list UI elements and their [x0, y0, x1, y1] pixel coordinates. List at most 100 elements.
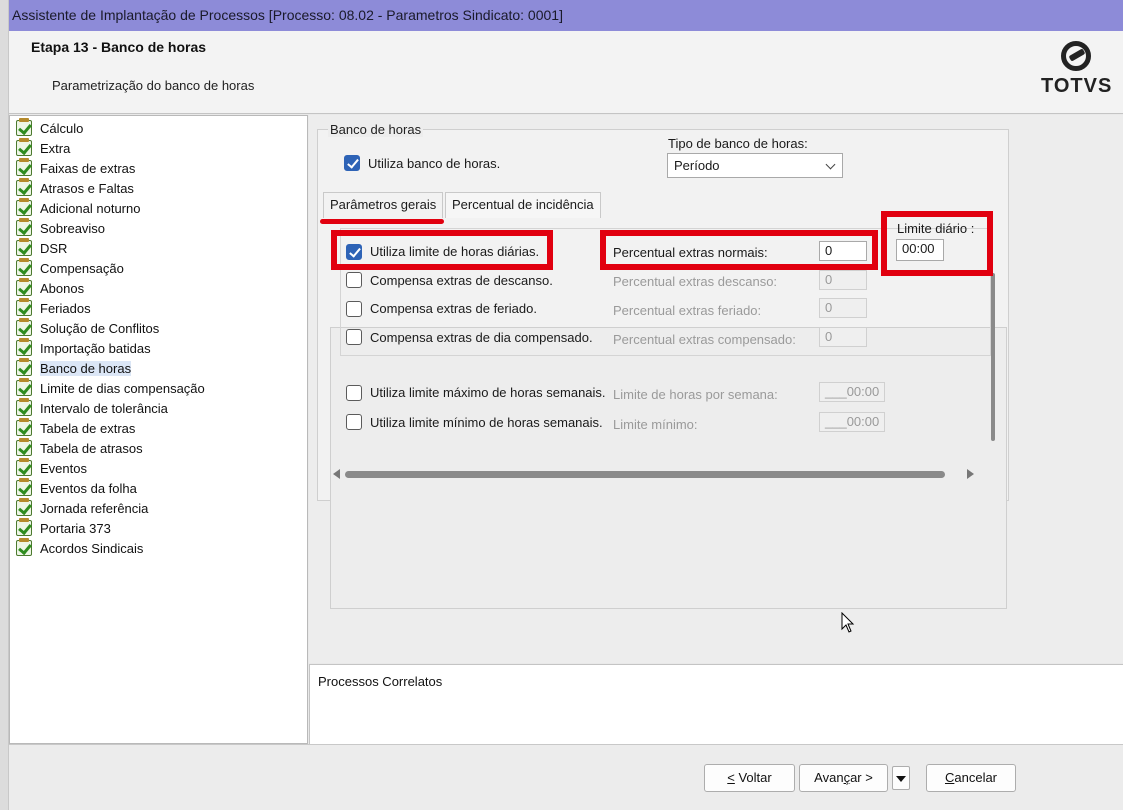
- checklist-icon: [16, 418, 32, 436]
- tree-item-tabela-extras[interactable]: Tabela de extras: [16, 418, 135, 438]
- weekly-max-label: Utiliza limite máximo de horas semanais.: [370, 385, 606, 400]
- tree-item-faixas-extras[interactable]: Faixas de extras: [16, 158, 135, 178]
- weekly-min-label: Utiliza limite mínimo de horas semanais.: [370, 415, 603, 430]
- tree-item-tabela-atrasos[interactable]: Tabela de atrasos: [16, 438, 143, 458]
- checklist-icon: [16, 318, 32, 336]
- use-bank-checkbox[interactable]: [344, 155, 360, 171]
- tab-parametros-gerais[interactable]: Parâmetros gerais: [323, 192, 444, 218]
- tab-highlight-underline: [320, 219, 444, 224]
- checklist-icon: [16, 358, 32, 376]
- tree-item-dsr[interactable]: DSR: [16, 238, 67, 258]
- back-button[interactable]: < Voltar: [704, 764, 795, 792]
- tree-item-importacao-batidas[interactable]: Importação batidas: [16, 338, 151, 358]
- totvs-logo: TOTVS: [1041, 41, 1111, 98]
- step-content: Banco de horas Utiliza banco de horas. T…: [309, 115, 1123, 663]
- pct-comp-label: Percentual extras compensado:: [613, 332, 796, 347]
- group-label: Banco de horas: [328, 122, 424, 137]
- comp-day-label: Compensa extras de dia compensado.: [370, 330, 593, 345]
- wizard-footer: < Voltar Avançar > Cancelar: [9, 744, 1123, 810]
- tree-item-solucao-conflitos[interactable]: Solução de Conflitos: [16, 318, 159, 338]
- horizontal-scrollbar[interactable]: [345, 471, 945, 478]
- pct-comp-input[interactable]: 0: [819, 327, 867, 347]
- tree-item-compensacao[interactable]: Compensação: [16, 258, 124, 278]
- tree-item-feriados[interactable]: Feriados: [16, 298, 91, 318]
- totvs-logo-text: TOTVS: [1041, 75, 1113, 97]
- checklist-icon: [16, 218, 32, 236]
- comp-rest-label: Compensa extras de descanso.: [370, 273, 553, 288]
- checklist-icon: [16, 478, 32, 496]
- tree-item-sobreaviso[interactable]: Sobreaviso: [16, 218, 105, 238]
- checklist-icon: [16, 118, 32, 136]
- checklist-icon: [16, 198, 32, 216]
- background-window-strip: [0, 0, 9, 810]
- tree-item-jornada-referencia[interactable]: Jornada referência: [16, 498, 148, 518]
- tree-item-extra[interactable]: Extra: [16, 138, 70, 158]
- checklist-icon: [16, 298, 32, 316]
- tab-percentual-incidencia[interactable]: Percentual de incidência: [445, 192, 601, 218]
- totvs-logo-icon: [1061, 41, 1091, 71]
- pct-normal-highlight: [600, 230, 878, 270]
- checklist-icon: [16, 518, 32, 536]
- weekly-max-input[interactable]: ___00:00: [819, 382, 885, 402]
- tree-item-banco-horas[interactable]: Banco de horas: [16, 358, 132, 378]
- weekly-max-checkbox[interactable]: [346, 385, 362, 401]
- checklist-icon: [16, 238, 32, 256]
- pct-rest-input[interactable]: 0: [819, 270, 867, 290]
- tree-item-abonos[interactable]: Abonos: [16, 278, 84, 298]
- checklist-icon: [16, 398, 32, 416]
- scroll-left-arrow-icon[interactable]: [333, 469, 340, 479]
- step-subtitle: Parametrização do banco de horas: [52, 78, 255, 93]
- comp-holiday-label: Compensa extras de feriado.: [370, 301, 537, 316]
- window-title-bar: Assistente de Implantação de Processos […: [0, 0, 1123, 31]
- mouse-cursor-icon: [841, 612, 855, 633]
- daily-limit-highlight: [881, 211, 993, 276]
- weekly-min-field-label: Limite mínimo:: [613, 417, 698, 432]
- next-options-dropdown[interactable]: [892, 766, 910, 790]
- checklist-icon: [16, 538, 32, 556]
- wizard-header: Etapa 13 - Banco de horas Parametrização…: [9, 31, 1123, 114]
- pct-rest-label: Percentual extras descanso:: [613, 274, 778, 289]
- step-title: Etapa 13 - Banco de horas: [31, 39, 207, 55]
- pct-holiday-input[interactable]: 0: [819, 298, 867, 318]
- tree-item-calculo[interactable]: Cálculo: [16, 118, 83, 138]
- weekly-min-input[interactable]: ___00:00: [819, 412, 885, 432]
- checklist-icon: [16, 138, 32, 156]
- checklist-icon: [16, 178, 32, 196]
- checklist-icon: [16, 158, 32, 176]
- steps-tree[interactable]: Cálculo Extra Faixas de extras Atrasos e…: [9, 115, 308, 744]
- vertical-scrollbar[interactable]: [991, 273, 995, 441]
- checklist-icon: [16, 458, 32, 476]
- checklist-icon: [16, 378, 32, 396]
- tree-item-eventos-folha[interactable]: Eventos da folha: [16, 478, 137, 498]
- related-processes-label: Processos Correlatos: [318, 674, 443, 689]
- tree-item-portaria-373[interactable]: Portaria 373: [16, 518, 111, 538]
- checklist-icon: [16, 258, 32, 276]
- bank-type-select[interactable]: Período: [667, 153, 843, 178]
- cancel-button[interactable]: Cancelar: [926, 764, 1016, 792]
- daily-limit-checkbox-highlight: [331, 230, 553, 270]
- use-bank-label: Utiliza banco de horas.: [368, 156, 501, 171]
- next-button[interactable]: Avançar >: [799, 764, 888, 792]
- comp-holiday-checkbox[interactable]: [346, 301, 362, 317]
- tree-item-adicional-noturno[interactable]: Adicional noturno: [16, 198, 140, 218]
- checklist-icon: [16, 278, 32, 296]
- tree-item-eventos[interactable]: Eventos: [16, 458, 87, 478]
- checklist-icon: [16, 498, 32, 516]
- weekly-min-checkbox[interactable]: [346, 414, 362, 430]
- scroll-right-arrow-icon[interactable]: [967, 469, 974, 479]
- comp-day-checkbox[interactable]: [346, 329, 362, 345]
- checklist-icon: [16, 338, 32, 356]
- chevron-down-icon: [825, 159, 836, 170]
- pct-holiday-label: Percentual extras feriado:: [613, 303, 762, 318]
- tree-item-intervalo-tolerancia[interactable]: Intervalo de tolerância: [16, 398, 168, 418]
- window-title: Assistente de Implantação de Processos […: [12, 7, 563, 23]
- tree-item-acordos-sindicais[interactable]: Acordos Sindicais: [16, 538, 143, 558]
- tree-item-limite-dias-compensacao[interactable]: Limite de dias compensação: [16, 378, 205, 398]
- comp-rest-checkbox[interactable]: [346, 272, 362, 288]
- weekly-max-field-label: Limite de horas por semana:: [613, 387, 778, 402]
- related-processes-panel: Processos Correlatos: [309, 664, 1123, 744]
- tree-item-atrasos-faltas[interactable]: Atrasos e Faltas: [16, 178, 134, 198]
- checklist-icon: [16, 438, 32, 456]
- bank-type-label: Tipo de banco de horas:: [668, 136, 808, 151]
- bank-type-value: Período: [674, 158, 720, 173]
